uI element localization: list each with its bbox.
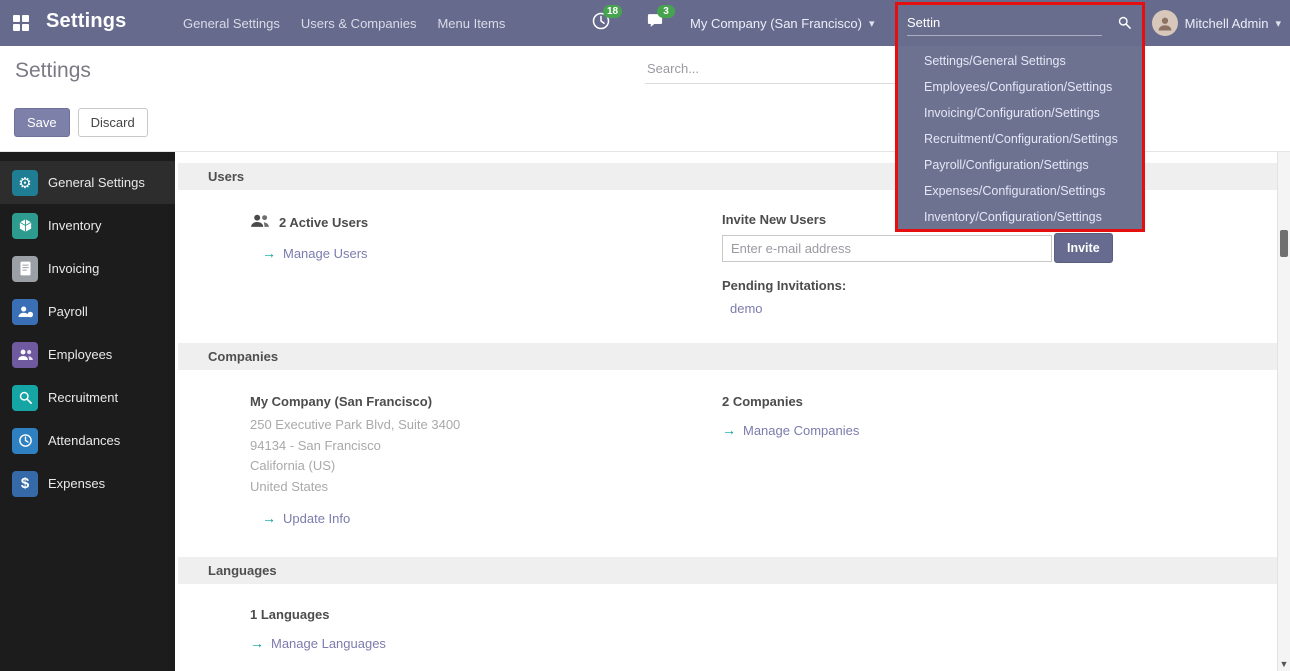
languages-count: 1 Languages bbox=[250, 607, 722, 622]
sidebar-item-payroll[interactable]: Payroll bbox=[0, 290, 175, 333]
payroll-person-icon bbox=[12, 299, 38, 325]
control-panel-buttons: Save Discard bbox=[14, 108, 148, 137]
search-result-item[interactable]: Payroll/Configuration/Settings bbox=[898, 152, 1142, 178]
activities-badge: 18 bbox=[603, 5, 622, 18]
invite-button[interactable]: Invite bbox=[1054, 233, 1113, 263]
company-switcher[interactable]: My Company (San Francisco) ▾ bbox=[690, 0, 874, 46]
manage-languages-link[interactable]: → Manage Languages bbox=[250, 635, 386, 651]
search-result-item[interactable]: Employees/Configuration/Settings bbox=[898, 74, 1142, 100]
navbar-search-dropdown: Settings/General Settings Employees/Conf… bbox=[895, 2, 1145, 232]
settings-sidebar: ⚙ General Settings Inventory Invoicing P… bbox=[0, 152, 175, 671]
inventory-box-icon bbox=[12, 213, 38, 239]
menu-users-companies[interactable]: Users & Companies bbox=[301, 16, 417, 31]
chat-icon bbox=[646, 16, 664, 33]
current-company-block: My Company (San Francisco) 250 Executive… bbox=[250, 394, 722, 528]
employees-people-icon bbox=[12, 342, 38, 368]
company-name-label: My Company (San Francisco) bbox=[250, 394, 722, 409]
company-address: 250 Executive Park Blvd, Suite 3400 9413… bbox=[250, 415, 722, 497]
sidebar-item-general-settings[interactable]: ⚙ General Settings bbox=[0, 161, 175, 204]
pending-user-demo-link[interactable]: demo bbox=[730, 301, 763, 316]
active-users-count: 2 Active Users bbox=[279, 215, 368, 230]
apps-menu-icon[interactable] bbox=[13, 15, 29, 31]
sidebar-item-attendances[interactable]: Attendances bbox=[0, 419, 175, 462]
arrow-right-icon: → bbox=[262, 510, 276, 526]
search-result-item[interactable]: Invoicing/Configuration/Settings bbox=[898, 100, 1142, 126]
sidebar-item-label: Invoicing bbox=[48, 261, 99, 276]
company-name: My Company (San Francisco) bbox=[690, 16, 862, 31]
search-results-list: Settings/General Settings Employees/Conf… bbox=[898, 48, 1142, 230]
companies-count-block: 2 Companies → Manage Companies bbox=[722, 394, 1257, 528]
update-info-link[interactable]: → Update Info bbox=[262, 510, 350, 526]
address-line: 94134 - San Francisco bbox=[250, 436, 722, 457]
languages-block: 1 Languages → Manage Languages bbox=[250, 607, 722, 653]
menu-general-settings[interactable]: General Settings bbox=[183, 16, 280, 31]
odoo-settings-screen: Settings General Settings Users & Compan… bbox=[0, 0, 1290, 671]
app-name[interactable]: Settings bbox=[46, 10, 127, 33]
messages-badge: 3 bbox=[657, 5, 675, 18]
pending-invitations-label: Pending Invitations: bbox=[722, 278, 1257, 293]
navbar-search-input[interactable] bbox=[907, 13, 1102, 36]
active-users-block: 2 Active Users → Manage Users bbox=[250, 212, 722, 318]
recruitment-magnifier-icon bbox=[12, 385, 38, 411]
section-header-companies: Companies bbox=[178, 343, 1277, 370]
page-title: Settings bbox=[15, 59, 91, 83]
avatar bbox=[1152, 10, 1178, 36]
arrow-right-icon: → bbox=[250, 635, 264, 651]
menu-menu-items[interactable]: Menu Items bbox=[437, 16, 505, 31]
invoice-document-icon bbox=[12, 256, 38, 282]
sidebar-item-label: Employees bbox=[48, 347, 112, 362]
search-icon[interactable] bbox=[1117, 15, 1132, 35]
sidebar-item-recruitment[interactable]: Recruitment bbox=[0, 376, 175, 419]
companies-count: 2 Companies bbox=[722, 394, 1257, 409]
companies-section: My Company (San Francisco) 250 Executive… bbox=[250, 394, 1257, 528]
sidebar-item-label: General Settings bbox=[48, 175, 145, 190]
search-result-item[interactable]: Inventory/Configuration/Settings bbox=[898, 204, 1142, 230]
arrow-right-icon: → bbox=[722, 422, 736, 438]
discard-button[interactable]: Discard bbox=[78, 108, 148, 137]
sidebar-item-employees[interactable]: Employees bbox=[0, 333, 175, 376]
vertical-scrollbar[interactable]: ▼ bbox=[1277, 152, 1290, 671]
sidebar-item-label: Recruitment bbox=[48, 390, 118, 405]
manage-users-link[interactable]: → Manage Users bbox=[262, 245, 368, 261]
user-name: Mitchell Admin bbox=[1185, 16, 1269, 31]
arrow-right-icon: → bbox=[262, 245, 276, 261]
scroll-down-arrow-icon[interactable]: ▼ bbox=[1278, 659, 1290, 669]
messages-button[interactable]: 3 bbox=[646, 12, 664, 34]
manage-companies-link[interactable]: → Manage Companies bbox=[722, 422, 859, 438]
chevron-down-icon: ▾ bbox=[1275, 17, 1281, 30]
gear-icon: ⚙ bbox=[12, 170, 38, 196]
clock-icon bbox=[592, 17, 610, 34]
users-group-icon bbox=[250, 212, 270, 232]
languages-section: 1 Languages → Manage Languages bbox=[250, 607, 1257, 653]
address-line: United States bbox=[250, 477, 722, 498]
search-result-item[interactable]: Settings/General Settings bbox=[898, 48, 1142, 74]
attendance-clock-icon bbox=[12, 428, 38, 454]
sidebar-item-label: Expenses bbox=[48, 476, 105, 491]
app-menu: General Settings Users & Companies Menu … bbox=[183, 0, 505, 46]
sidebar-item-inventory[interactable]: Inventory bbox=[0, 204, 175, 247]
sidebar-item-expenses[interactable]: $ Expenses bbox=[0, 462, 175, 505]
sidebar-item-label: Payroll bbox=[48, 304, 88, 319]
activities-button[interactable]: 18 bbox=[592, 12, 610, 35]
chevron-down-icon: ▾ bbox=[869, 17, 875, 30]
section-header-languages: Languages bbox=[178, 557, 1277, 584]
sidebar-item-label: Attendances bbox=[48, 433, 120, 448]
save-button[interactable]: Save bbox=[14, 108, 70, 137]
search-result-item[interactable]: Expenses/Configuration/Settings bbox=[898, 178, 1142, 204]
sidebar-item-invoicing[interactable]: Invoicing bbox=[0, 247, 175, 290]
search-result-item[interactable]: Recruitment/Configuration/Settings bbox=[898, 126, 1142, 152]
user-menu[interactable]: Mitchell Admin ▾ bbox=[1152, 0, 1281, 46]
sidebar-item-label: Inventory bbox=[48, 218, 101, 233]
expenses-dollar-icon: $ bbox=[12, 471, 38, 497]
invite-email-input[interactable] bbox=[722, 235, 1052, 262]
address-line: California (US) bbox=[250, 456, 722, 477]
scrollbar-thumb[interactable] bbox=[1280, 230, 1288, 257]
navbar-search-row bbox=[898, 5, 1142, 44]
address-line: 250 Executive Park Blvd, Suite 3400 bbox=[250, 415, 722, 436]
